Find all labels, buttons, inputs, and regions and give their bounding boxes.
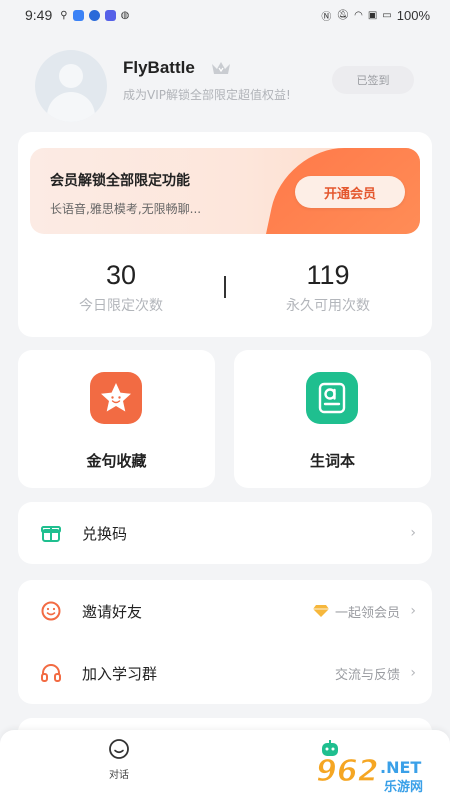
- redeem-label: 兑换码: [82, 524, 128, 543]
- vocabulary-label: 生词本: [309, 452, 355, 470]
- usb-icon: ⚲: [60, 9, 68, 21]
- stat-permanent: 119 永久可用次数: [238, 260, 418, 315]
- favorites-tile[interactable]: 金句收藏: [18, 350, 215, 488]
- chevron-right-icon: ›: [410, 603, 416, 619]
- invite-friends-row[interactable]: 邀请好友 一起领会员 ›: [18, 580, 432, 642]
- vocabulary-tile[interactable]: 生词本: [234, 350, 431, 488]
- nfc-icon: Ⓝ: [321, 11, 332, 23]
- open-vip-button[interactable]: 开通会员: [295, 176, 405, 208]
- headset-icon: [41, 664, 61, 682]
- vip-banner[interactable]: 会员解锁全部限定功能 长语音,雅思模考,无限畅聊... 开通会员: [30, 148, 420, 234]
- social-card: 邀请好友 一起领会员 › 加入学习群 交流与反馈 ›: [18, 580, 432, 704]
- stat-daily-limit: 30 今日限定次数: [31, 260, 211, 315]
- join-group-label: 加入学习群: [82, 664, 158, 683]
- avatar[interactable]: [35, 50, 107, 122]
- nav-tab-chat[interactable]: 对话: [89, 738, 149, 781]
- notification-icons: ⚲ ◍: [60, 9, 130, 21]
- shield-app-icon: [72, 9, 84, 21]
- gift-icon: [41, 526, 61, 542]
- stat-value: 30: [105, 260, 137, 290]
- avatar-head-shape: [59, 64, 83, 88]
- join-group-extra: 交流与反馈: [334, 667, 400, 683]
- redeem-card: 兑换码 ›: [18, 502, 432, 564]
- stat-divider: [224, 276, 226, 298]
- stat-label: 永久可用次数: [286, 298, 370, 314]
- vip-banner-desc: 长语音,雅思模考,无限畅聊...: [50, 202, 202, 216]
- join-group-row[interactable]: 加入学习群 交流与反馈 ›: [18, 642, 432, 704]
- battery-percent: 100%: [396, 7, 430, 23]
- vip-crown-icon: [212, 62, 230, 74]
- wechat-icon: ◍: [120, 9, 130, 21]
- watermark-suffix: .NET: [380, 758, 421, 777]
- status-time: 9:49: [25, 7, 53, 23]
- watermark-number: 962: [316, 754, 379, 789]
- stat-value: 119: [306, 260, 350, 290]
- stack-app-icon: [104, 9, 116, 21]
- invite-extra: 一起领会员: [312, 602, 400, 621]
- vip-banner-title: 会员解锁全部限定功能: [50, 173, 190, 189]
- mute-icon: 🔕︎: [336, 9, 350, 21]
- favorites-label: 金句收藏: [86, 452, 147, 470]
- sim-icon: ▣: [367, 9, 378, 21]
- vip-promo-text: 成为VIP解锁全部限定超值权益!: [123, 88, 291, 102]
- vip-card: 会员解锁全部限定功能 长语音,雅思模考,无限畅聊... 开通会员 30 今日限定…: [18, 132, 432, 337]
- vocabulary-book-icon: [306, 372, 358, 424]
- chevron-right-icon: ›: [410, 665, 416, 681]
- nav-chat-label: 对话: [109, 770, 129, 781]
- checkin-button[interactable]: 已签到: [332, 66, 414, 94]
- watermark-sub: 乐游网: [384, 779, 423, 795]
- profile-header: FlyBattle 成为VIP解锁全部限定超值权益! 已签到: [0, 42, 450, 122]
- avatar-body-shape: [47, 92, 95, 122]
- status-bar: 9:49 ⚲ ◍ Ⓝ 🔕︎ ◠ ▣ ▭ 100%: [0, 0, 450, 30]
- redeem-row[interactable]: 兑换码 ›: [18, 502, 432, 564]
- username: FlyBattle: [123, 58, 195, 77]
- bird-app-icon: [88, 9, 100, 21]
- stat-label: 今日限定次数: [79, 298, 163, 314]
- chat-smile-icon: [109, 739, 129, 759]
- invite-friends-label: 邀请好友: [82, 602, 143, 621]
- battery-icon: ▭: [382, 9, 392, 21]
- invite-extra-text: 一起领会员: [334, 605, 400, 621]
- chevron-right-icon: ›: [410, 525, 416, 541]
- smile-icon: [41, 601, 61, 621]
- star-icon: [90, 372, 142, 424]
- wifi-icon: ◠: [354, 9, 363, 21]
- site-watermark-logo: 962 .NET 乐游网: [314, 745, 444, 795]
- diamond-icon: [312, 605, 329, 617]
